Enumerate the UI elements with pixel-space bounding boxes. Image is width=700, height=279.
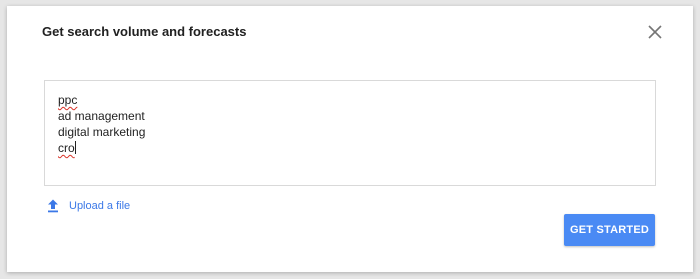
text-caret (74, 141, 76, 154)
keyword-line: ppc (58, 93, 78, 107)
search-volume-dialog: Get search volume and forecasts ppc ad m… (7, 6, 693, 272)
keywords-textarea[interactable]: ppc ad management digital marketing cro (44, 80, 656, 186)
keyword-line-text: cro (58, 141, 75, 155)
get-started-button[interactable]: GET STARTED (564, 214, 655, 246)
dialog-title: Get search volume and forecasts (42, 24, 247, 39)
close-icon (648, 25, 662, 39)
close-button[interactable] (645, 22, 665, 42)
upload-file-link[interactable]: Upload a file (45, 196, 130, 216)
keyword-line: digital marketing (58, 125, 146, 139)
keyword-line: ad management (58, 109, 145, 123)
upload-file-label: Upload a file (69, 200, 131, 212)
keyword-line-last: cro (58, 140, 655, 156)
upload-icon (48, 199, 58, 213)
